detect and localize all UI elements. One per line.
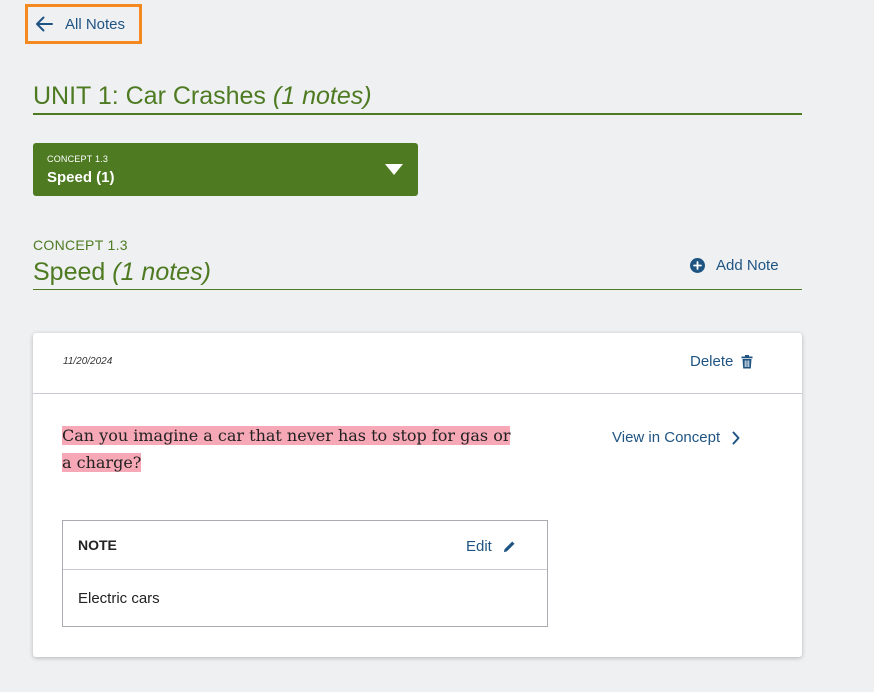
view-in-concept-link[interactable]: View in Concept [612,429,740,446]
caret-down-icon [385,164,403,175]
notes-page: All Notes UNIT 1: Car Crashes (1 notes) … [0,0,874,692]
note-date: 11/20/2024 [63,356,113,367]
concept-title: Speed [33,258,106,286]
add-note-label: Add Note [716,256,779,274]
delete-note-button[interactable]: Delete [690,353,753,370]
arrow-left-icon [34,14,54,34]
trash-icon [741,354,753,369]
note-box: NOTE Edit Electric cars [62,520,548,627]
note-box-header: NOTE Edit [63,521,547,570]
highlighted-excerpt: Can you imagine a car that never has to … [62,422,512,476]
concept-dropdown-value: Speed (1) [47,169,115,186]
edit-note-button[interactable]: Edit [466,538,516,555]
concept-eyebrow: CONCEPT 1.3 [33,237,128,253]
concept-dropdown-eyebrow: CONCEPT 1.3 [47,154,109,164]
unit-heading: UNIT 1: Car Crashes (1 notes) [33,80,802,115]
note-card: 11/20/2024 Delete Can you imagine a car … [33,333,802,657]
pencil-icon [503,540,516,553]
add-note-button[interactable]: Add Note [690,254,779,276]
all-notes-label: All Notes [65,15,126,33]
highlight-text: Can you imagine a car that never has to … [62,426,511,472]
edit-label: Edit [466,538,492,555]
note-card-header: 11/20/2024 Delete [33,333,802,394]
chevron-right-icon [732,431,740,445]
note-text: Electric cars [78,590,160,607]
delete-label: Delete [690,353,734,370]
unit-note-count: (1 notes) [272,82,372,110]
all-notes-link[interactable]: All Notes [25,4,142,44]
view-in-concept-label: View in Concept [612,429,721,446]
note-label: NOTE [78,537,117,553]
plus-circle-icon [690,257,705,273]
concept-heading: Speed (1 notes) [33,256,802,290]
concept-dropdown[interactable]: CONCEPT 1.3 Speed (1) [33,143,418,196]
unit-title: UNIT 1: Car Crashes [33,82,266,110]
concept-note-count: (1 notes) [112,258,211,286]
